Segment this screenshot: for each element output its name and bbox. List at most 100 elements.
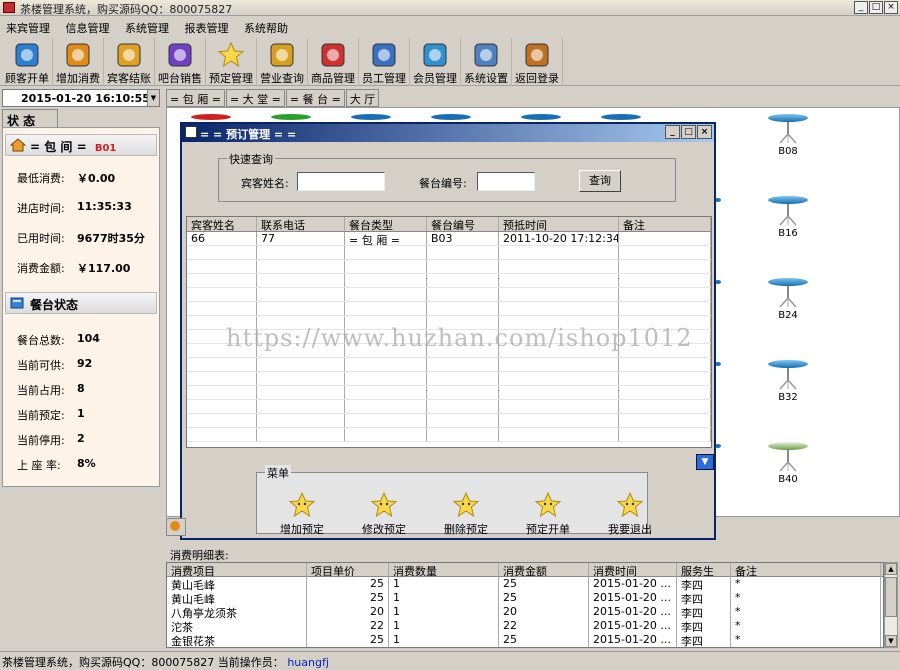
info-row: 最低消费: ￥0.00 xyxy=(17,170,115,186)
tab-lobby[interactable]: = 大 堂 = xyxy=(225,89,285,107)
menu-item-2[interactable]: 删除预定 xyxy=(435,491,497,537)
seat-B16[interactable]: B16 xyxy=(765,196,811,239)
table-row[interactable] xyxy=(187,428,711,442)
toolbar-label: 营业查询 xyxy=(260,72,304,85)
toolbar-button-2[interactable]: 宾客结账 xyxy=(104,38,155,86)
quick-query-group: 快速查询 宾客姓名: 餐台编号: 查询 xyxy=(218,151,676,202)
toolbar-button-7[interactable]: 员工管理 xyxy=(359,38,410,86)
menu-info[interactable]: 信息管理 xyxy=(60,17,116,36)
reservation-grid-header: 宾客姓名 联系电话 餐台类型 餐台编号 预抵时间 备注 xyxy=(187,217,711,232)
expand-down-icon[interactable]: ▼ xyxy=(696,454,714,470)
add-consume-icon xyxy=(63,40,93,69)
minimize-button[interactable]: _ xyxy=(854,1,868,14)
toolbar-button-10[interactable]: 返回登录 xyxy=(512,38,563,86)
table-row[interactable]: 金银花茶 25 1 25 2015-01-20 ... 李四 * xyxy=(167,633,883,647)
menu-bar: 来宾管理 信息管理 系统管理 报表管理 系统帮助 xyxy=(0,17,900,37)
toolbar-label: 员工管理 xyxy=(362,72,406,85)
menu-system[interactable]: 系统管理 xyxy=(119,17,175,36)
bottom-tab[interactable] xyxy=(166,518,186,536)
grid-column-header[interactable]: 联系电话 xyxy=(257,217,345,231)
tab-private-room[interactable]: = 包 厢 = xyxy=(166,89,225,107)
menu-help[interactable]: 系统帮助 xyxy=(238,17,294,36)
table-row[interactable]: 沱茶 22 1 22 2015-01-20 ... 李四 * xyxy=(167,619,883,633)
detail-label: 消费明细表: xyxy=(170,549,229,562)
room-code: B01 xyxy=(94,143,117,154)
grid-cell xyxy=(345,414,427,427)
menu-item-0[interactable]: 增加预定 xyxy=(271,491,333,537)
info-label: 上 座 率: xyxy=(17,459,61,472)
menu-report[interactable]: 报表管理 xyxy=(179,17,235,36)
table-row[interactable]: 黄山毛峰 25 1 25 2015-01-20 ... 李四 * xyxy=(167,577,883,591)
grid-column-header[interactable]: 备注 xyxy=(619,217,711,231)
menu-item-3[interactable]: 预定开单 xyxy=(517,491,579,537)
grid-cell xyxy=(619,274,711,287)
table-icon xyxy=(10,296,24,313)
state-panel: = 包 间 = B01 最低消费: ￥0.00 进店时间: 11:35:33 已用时间:… xyxy=(2,127,160,487)
table-row[interactable] xyxy=(187,400,711,414)
dialog-icon xyxy=(185,126,197,138)
table-row[interactable] xyxy=(187,414,711,428)
seat-B24[interactable]: B24 xyxy=(765,278,811,321)
exit-door-icon xyxy=(522,40,552,69)
table-row[interactable] xyxy=(187,372,711,386)
table-row[interactable]: 黄山毛峰 25 1 25 2015-01-20 ... 李四 * xyxy=(167,591,883,605)
toolbar-button-6[interactable]: 商品管理 xyxy=(308,38,359,86)
dialog-minimize-button[interactable]: _ xyxy=(665,125,680,139)
scroll-thumb[interactable] xyxy=(885,577,897,617)
detail-column-header[interactable]: 服务生 xyxy=(677,563,731,577)
grid-column-header[interactable]: 餐台编号 xyxy=(427,217,499,231)
guest-name-input[interactable] xyxy=(297,172,385,191)
menu-item-1[interactable]: 修改预定 xyxy=(353,491,415,537)
table-row[interactable] xyxy=(187,260,711,274)
table-row[interactable] xyxy=(187,302,711,316)
grid-cell xyxy=(619,302,711,315)
datetime-picker[interactable]: 2015-01-20 16:10:55 ▼ xyxy=(2,89,160,107)
toolbar-button-5[interactable]: 营业查询 xyxy=(257,38,308,86)
grid-column-header[interactable]: 宾客姓名 xyxy=(187,217,257,231)
toolbar-button-4[interactable]: 预定管理 xyxy=(206,38,257,86)
chevron-down-icon[interactable]: ▼ xyxy=(147,90,159,106)
seat-B08[interactable]: B08 xyxy=(765,114,811,157)
toolbar-button-1[interactable]: 增加消费 xyxy=(53,38,104,86)
table-row[interactable]: 66 77 = 包 厢 = B03 2011-10-20 17:12:34 xyxy=(187,232,711,246)
info-label: 最低消费: xyxy=(17,172,65,185)
detail-column-header[interactable]: 项目单价 xyxy=(307,563,389,577)
table-row[interactable] xyxy=(187,386,711,400)
detail-column-header[interactable]: 消费项目 xyxy=(167,563,307,577)
detail-column-header[interactable]: 消费金额 xyxy=(499,563,589,577)
tab-dining-table[interactable]: = 餐 台 = xyxy=(285,89,345,107)
toolbar-button-3[interactable]: 吧台销售 xyxy=(155,38,206,86)
query-button[interactable]: 查询 xyxy=(579,170,621,192)
grid-cell xyxy=(257,400,345,413)
dialog-close-button[interactable]: × xyxy=(697,125,712,139)
grid-cell xyxy=(499,246,619,259)
seat-B32[interactable]: B32 xyxy=(765,360,811,403)
toolbar-button-0[interactable]: 顾客开单 xyxy=(2,38,53,86)
table-row[interactable] xyxy=(187,246,711,260)
toolbar-button-8[interactable]: 会员管理 xyxy=(410,38,461,86)
info-row: 上 座 率: 8% xyxy=(17,457,96,473)
seat-B40[interactable]: B40 xyxy=(765,442,811,485)
grid-column-header[interactable]: 餐台类型 xyxy=(345,217,427,231)
detail-column-header[interactable]: 消费数量 xyxy=(389,563,499,577)
maximize-button[interactable]: □ xyxy=(869,1,883,14)
detail-column-header[interactable]: 消费时间 xyxy=(589,563,677,577)
table-no-input[interactable] xyxy=(477,172,535,191)
scroll-up-icon[interactable]: ▲ xyxy=(885,563,897,575)
table-row[interactable] xyxy=(187,274,711,288)
table-row[interactable] xyxy=(187,358,711,372)
menu-guest[interactable]: 来宾管理 xyxy=(0,17,56,36)
tab-state[interactable]: 状 态 xyxy=(2,109,58,128)
detail-column-header[interactable]: 备注 xyxy=(731,563,881,577)
checkout-icon xyxy=(114,40,144,69)
detail-scrollbar[interactable]: ▲ ▼ xyxy=(884,562,898,648)
dialog-maximize-button[interactable]: □ xyxy=(681,125,696,139)
table-row[interactable] xyxy=(187,288,711,302)
toolbar-button-9[interactable]: 系统设置 xyxy=(461,38,512,86)
grid-column-header[interactable]: 预抵时间 xyxy=(499,217,619,231)
close-button[interactable]: × xyxy=(884,1,898,14)
menu-item-4[interactable]: 我要退出 xyxy=(599,491,661,537)
table-row[interactable]: 八角亭龙须茶 20 1 20 2015-01-20 ... 李四 * xyxy=(167,605,883,619)
scroll-down-icon[interactable]: ▼ xyxy=(885,635,897,647)
tab-hall[interactable]: 大 厅 xyxy=(345,89,380,107)
